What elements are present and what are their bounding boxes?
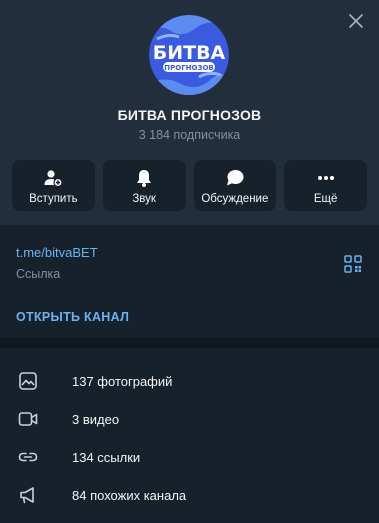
media-item-label: 134 ссылки xyxy=(72,449,141,465)
media-item-videos[interactable]: 3 видео xyxy=(0,400,379,438)
channel-link[interactable]: t.me/bitvaBET xyxy=(16,245,98,260)
shared-media-list: 137 фотографий 3 видео 134 ссылки 84 пох… xyxy=(0,348,379,514)
join-button[interactable]: Вступить xyxy=(12,160,95,211)
join-label: Вступить xyxy=(29,193,78,205)
avatar-logo-main: БИТВА xyxy=(153,42,226,64)
channel-header: БИТВА ПРОГНОЗОВ БИТВА ПРОГНОЗОВ 3 184 по… xyxy=(0,0,379,225)
channel-info: t.me/bitvaBET Ссылка ОТКРЫТЬ КАНАЛ xyxy=(0,225,379,338)
action-bar: Вступить Звук Обсуждение Ещё xyxy=(12,160,367,211)
close-button[interactable] xyxy=(345,10,367,32)
video-icon xyxy=(18,409,38,429)
media-item-similar-channels[interactable]: 84 похожих канала xyxy=(0,476,379,514)
more-label: Ещё xyxy=(313,193,338,205)
media-item-links[interactable]: 134 ссылки xyxy=(0,438,379,476)
chat-bubble-icon xyxy=(225,168,245,188)
qr-code-icon xyxy=(344,255,362,273)
more-dots-icon xyxy=(316,168,336,188)
more-button[interactable]: Ещё xyxy=(284,160,367,211)
open-channel-button[interactable]: ОТКРЫТЬ КАНАЛ xyxy=(16,310,129,324)
channel-title: БИТВА ПРОГНОЗОВ xyxy=(117,107,262,123)
megaphone-icon xyxy=(18,485,38,505)
media-item-label: 3 видео xyxy=(72,411,120,427)
sound-button[interactable]: Звук xyxy=(102,160,186,211)
discussion-button[interactable]: Обсуждение xyxy=(193,160,277,211)
subscriber-count: 3 184 подписчика xyxy=(138,128,241,142)
channel-avatar[interactable]: БИТВА ПРОГНОЗОВ xyxy=(149,15,229,95)
link-caption: Ссылка xyxy=(16,267,61,281)
media-item-label: 137 фотографий xyxy=(72,373,173,389)
sound-label: Звук xyxy=(132,193,156,205)
close-icon xyxy=(349,14,363,28)
discussion-label: Обсуждение xyxy=(201,193,269,205)
avatar-logo-sub: ПРОГНОЗОВ xyxy=(164,64,213,72)
media-item-label: 84 похожих канала xyxy=(72,487,187,503)
section-divider xyxy=(0,338,379,348)
bell-icon xyxy=(134,168,154,188)
join-icon xyxy=(43,168,63,188)
link-icon xyxy=(18,447,38,467)
qr-code-button[interactable] xyxy=(344,255,362,273)
photo-icon xyxy=(18,371,38,391)
media-item-photos[interactable]: 137 фотографий xyxy=(0,362,379,400)
